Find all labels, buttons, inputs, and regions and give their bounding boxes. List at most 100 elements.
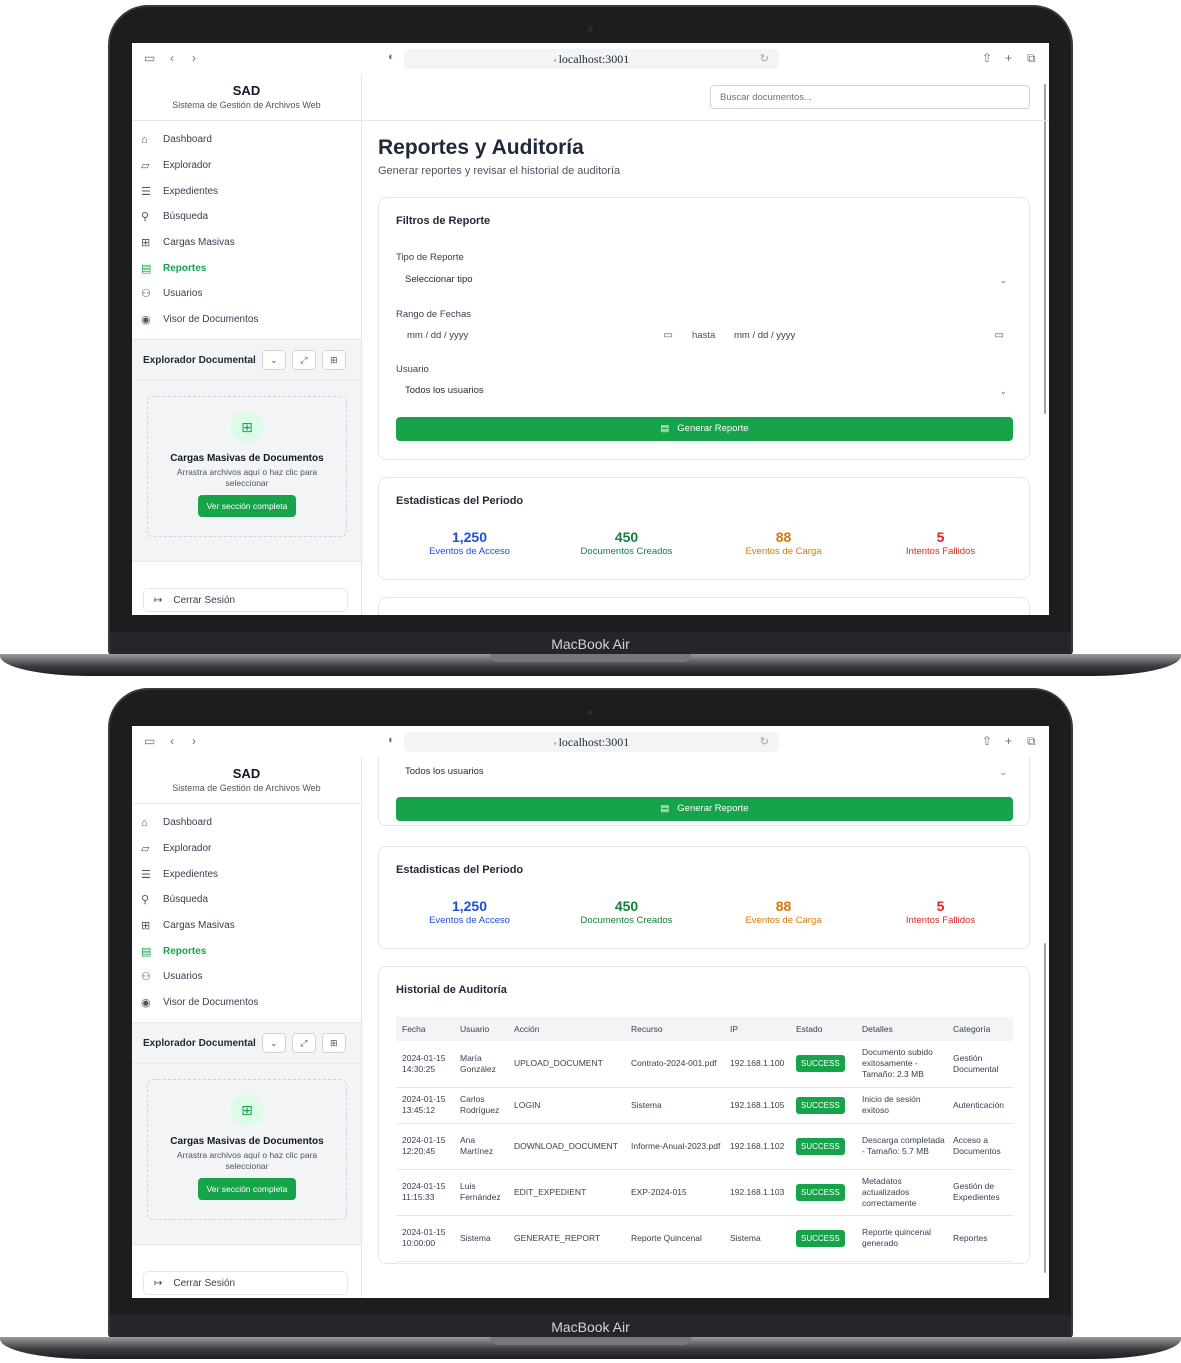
back-icon[interactable]: ‹ [170,51,174,65]
sidebar-item-busqueda[interactable]: ⚲ Búsqueda [132,887,361,913]
chevron-down-icon[interactable]: ⌄ [261,350,286,370]
logout-button[interactable]: ↦ Cerrar Sesión [143,1271,348,1295]
address-bar[interactable]: ▪ localhost:3001 ↻ [404,49,779,69]
cell-detalles: Metadatos actualizados correctamente [856,1169,947,1216]
reload-icon[interactable]: ↻ [760,49,769,69]
sidebar-item-cargas-masivas[interactable]: ⊞ Cargas Masivas [132,913,361,939]
upload-dropzone[interactable]: ⊞ Cargas Masivas de Documentos Arrastra … [147,1079,347,1220]
new-tab-icon[interactable]: + [1005,51,1012,65]
table-row[interactable]: 2024-01-15 13:45:12 Carlos Rodríguez LOG… [396,1087,1013,1124]
sidebar-item-visor[interactable]: ◉ Visor de Documentos [132,307,361,333]
file-upload-icon: ⊞ [231,1094,263,1126]
scrollbar[interactable] [1044,84,1046,414]
generate-report-button[interactable]: ▤ Generar Reporte [396,417,1013,441]
column-header[interactable]: Recurso [625,1017,724,1041]
table-row[interactable]: 2024-01-15 12:20:45 Ana Martínez DOWNLOA… [396,1123,1013,1170]
url-text: localhost:3001 [558,735,630,749]
stats-card: Estadisticas del Periodo 1,250 Eventos de… [378,846,1030,949]
stat-created: 450 Documentos Creados [548,898,705,926]
user-select[interactable]: Todos los usuarios ⌄ [396,379,1013,403]
column-header[interactable]: IP [724,1017,790,1041]
share-icon[interactable]: ⇧ [982,734,992,748]
sidebar-item-reportes[interactable]: ▤ Reportes [132,255,361,281]
cell-detalles: Descarga completada - Tamaño: 5.7 MB [856,1123,947,1170]
sidebar-item-dashboard[interactable]: ⌂ Dashboard [132,127,361,153]
sidebar-toggle-icon[interactable]: ▭ [144,734,155,748]
generate-report-button[interactable]: ▤ Generar Reporte [396,797,1013,821]
stat-value: 5 [936,898,945,914]
page-subtitle: Generar reportes y revisar el historial … [378,165,621,177]
cell-recurso: Reporte Quincenal [625,1215,724,1262]
tabs-overview-icon[interactable]: ⧉ [1027,734,1036,749]
sidebar-toggle-icon[interactable]: ▭ [144,51,155,65]
upload-panel: ⊞ Cargas Masivas de Documentos Arrastra … [132,381,361,562]
share-icon[interactable]: ⇧ [982,51,992,65]
expand-icon[interactable]: ⤢ [291,350,316,370]
file-upload-icon[interactable]: ⊞ [321,1033,346,1053]
upload-panel: ⊞ Cargas Masivas de Documentos Arrastra … [132,1064,361,1245]
sidebar-item-reportes[interactable]: ▤ Reportes [132,938,361,964]
table-row[interactable]: 2024-01-15 11:15:33 Luis Fernández EDIT_… [396,1169,1013,1216]
users-icon: ⚇ [141,971,151,984]
column-header[interactable]: Usuario [454,1017,508,1041]
sidebar-item-dashboard[interactable]: ⌂ Dashboard [132,810,361,836]
column-header[interactable]: Fecha [396,1017,454,1041]
explorer-title: Explorador Documental [143,354,256,366]
sidebar-item-label: Búsqueda [163,894,209,906]
column-header[interactable]: Detalles [856,1017,947,1041]
sidebar-item-cargas-masivas[interactable]: ⊞ Cargas Masivas [132,230,361,256]
calendar-icon[interactable]: ▭ [995,324,1004,348]
sidebar-item-explorador[interactable]: ▱ Explorador [132,836,361,862]
chevron-down-icon[interactable]: ⌄ [261,1033,286,1053]
view-section-button[interactable]: Ver sección completa [197,1178,297,1200]
file-upload-icon[interactable]: ⊞ [321,350,346,370]
view-section-button[interactable]: Ver sección completa [197,495,297,517]
sidebar-item-usuarios[interactable]: ⚇ Usuarios [132,964,361,990]
cell-estado: SUCCESS [790,1087,856,1124]
logout-button[interactable]: ↦ Cerrar Sesión [143,588,348,612]
logout-icon: ↦ [154,1277,163,1289]
stats-card: Estadisticas del Periodo 1,250 Eventos de… [378,477,1030,580]
table-row[interactable]: 2024-01-15 10:00:00 Sistema GENERATE_REP… [396,1215,1013,1262]
sidebar-item-busqueda[interactable]: ⚲ Búsqueda [132,204,361,230]
cell-detalles: Documento subido exitosamente - Tamaño: … [856,1041,947,1088]
new-tab-icon[interactable]: + [1005,734,1012,748]
date-to-input[interactable]: mm / dd / yyyy ▭ [723,324,1013,348]
laptop-frame-top: ▭ ‹ › ◐ ▪ localhost:3001 ↻ ⇧ + ⧉ SAD Sis… [0,0,1181,677]
sidebar-item-explorador[interactable]: ▱ Explorador [132,153,361,179]
reload-icon[interactable]: ↻ [760,732,769,752]
sidebar-item-usuarios[interactable]: ⚇ Usuarios [132,281,361,307]
sidebar-item-expedientes[interactable]: ☰ Expedientes [132,178,361,204]
expand-icon[interactable]: ⤢ [291,1033,316,1053]
sidebar: SAD Sistema de Gestión de Archivos Web ⌂… [132,74,362,615]
stat-value: 450 [614,898,639,914]
status-badge: SUCCESS [796,1137,845,1155]
device-label: MacBook Air [110,632,1071,656]
back-icon[interactable]: ‹ [170,734,174,748]
column-header[interactable]: Estado [790,1017,856,1041]
search-input[interactable]: Buscar documentos... [710,85,1030,109]
tabs-overview-icon[interactable]: ⧉ [1027,51,1036,66]
report-type-select[interactable]: Seleccionar tipo ⌄ [396,268,1013,292]
scrollbar[interactable] [1044,943,1046,1273]
stat-label: Documentos Creados [580,915,673,926]
home-icon: ⌂ [141,816,148,829]
column-header[interactable]: Categoría [947,1017,1013,1041]
device-label: MacBook Air [110,1315,1071,1339]
date-from-input[interactable]: mm / dd / yyyy ▭ [396,324,682,348]
user-select[interactable]: Todos los usuarios ⌄ [396,760,1013,784]
cell-usuario: Ana Martínez [454,1123,508,1170]
forward-icon[interactable]: › [192,734,196,748]
upload-dropzone[interactable]: ⊞ Cargas Masivas de Documentos Arrastra … [147,396,347,537]
chevron-down-icon: ⌄ [999,275,1007,285]
forward-icon[interactable]: › [192,51,196,65]
calendar-icon[interactable]: ▭ [664,324,673,348]
sidebar-item-visor[interactable]: ◉ Visor de Documentos [132,990,361,1016]
table-row[interactable]: 2024-01-15 14:30:25 María González UPLOA… [396,1041,1013,1088]
audit-card: Historial de Auditoría Fecha Usuario Acc… [378,966,1030,1264]
address-bar[interactable]: ▪ localhost:3001 ↻ [404,732,779,752]
sidebar-item-expedientes[interactable]: ☰ Expedientes [132,861,361,887]
app-title: SAD [232,766,261,781]
column-header[interactable]: Acción [508,1017,625,1041]
stat-value: 5 [936,529,945,545]
